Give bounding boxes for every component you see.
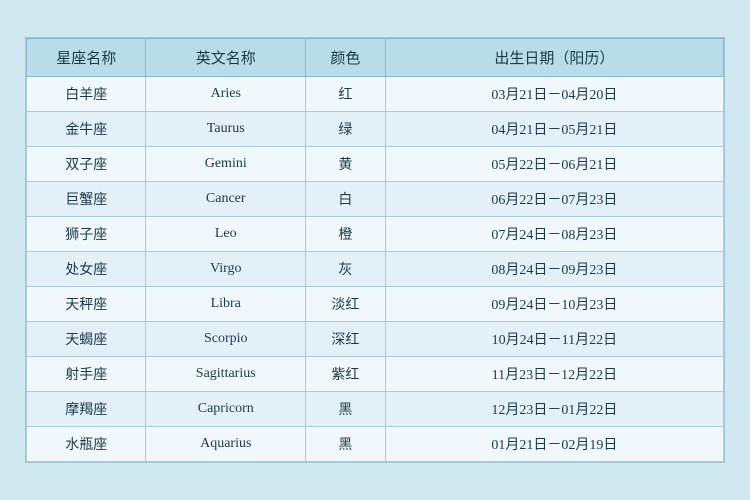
cell-color: 绿 <box>306 112 386 147</box>
table-row: 天蝎座Scorpio深红10月24日－11月22日 <box>27 322 724 357</box>
table-row: 天秤座Libra淡红09月24日－10月23日 <box>27 287 724 322</box>
cell-chinese: 狮子座 <box>27 217 146 252</box>
header-color: 颜色 <box>306 39 386 77</box>
header-chinese: 星座名称 <box>27 39 146 77</box>
cell-english: Libra <box>146 287 306 322</box>
cell-color: 深红 <box>306 322 386 357</box>
cell-color: 黄 <box>306 147 386 182</box>
cell-chinese: 摩羯座 <box>27 392 146 427</box>
zodiac-table-container: 星座名称 英文名称 颜色 出生日期（阳历） 白羊座Aries红03月21日－04… <box>25 37 725 463</box>
cell-chinese: 天蝎座 <box>27 322 146 357</box>
cell-color: 灰 <box>306 252 386 287</box>
table-row: 摩羯座Capricorn黑12月23日－01月22日 <box>27 392 724 427</box>
cell-chinese: 巨蟹座 <box>27 182 146 217</box>
table-row: 金牛座Taurus绿04月21日－05月21日 <box>27 112 724 147</box>
cell-chinese: 射手座 <box>27 357 146 392</box>
cell-color: 红 <box>306 77 386 112</box>
cell-date: 11月23日－12月22日 <box>385 357 723 392</box>
cell-english: Cancer <box>146 182 306 217</box>
cell-color: 淡红 <box>306 287 386 322</box>
table-row: 水瓶座Aquarius黑01月21日－02月19日 <box>27 427 724 462</box>
cell-color: 白 <box>306 182 386 217</box>
cell-english: Leo <box>146 217 306 252</box>
cell-date: 05月22日－06月21日 <box>385 147 723 182</box>
table-row: 巨蟹座Cancer白06月22日－07月23日 <box>27 182 724 217</box>
cell-date: 12月23日－01月22日 <box>385 392 723 427</box>
table-row: 狮子座Leo橙07月24日－08月23日 <box>27 217 724 252</box>
cell-english: Capricorn <box>146 392 306 427</box>
zodiac-table: 星座名称 英文名称 颜色 出生日期（阳历） 白羊座Aries红03月21日－04… <box>26 38 724 462</box>
cell-color: 紫红 <box>306 357 386 392</box>
cell-date: 04月21日－05月21日 <box>385 112 723 147</box>
cell-date: 03月21日－04月20日 <box>385 77 723 112</box>
cell-english: Taurus <box>146 112 306 147</box>
cell-date: 09月24日－10月23日 <box>385 287 723 322</box>
cell-chinese: 水瓶座 <box>27 427 146 462</box>
cell-english: Aries <box>146 77 306 112</box>
cell-color: 橙 <box>306 217 386 252</box>
cell-color: 黑 <box>306 427 386 462</box>
cell-chinese: 双子座 <box>27 147 146 182</box>
header-english: 英文名称 <box>146 39 306 77</box>
cell-chinese: 处女座 <box>27 252 146 287</box>
table-row: 射手座Sagittarius紫红11月23日－12月22日 <box>27 357 724 392</box>
cell-english: Virgo <box>146 252 306 287</box>
table-row: 处女座Virgo灰08月24日－09月23日 <box>27 252 724 287</box>
cell-color: 黑 <box>306 392 386 427</box>
cell-chinese: 金牛座 <box>27 112 146 147</box>
cell-date: 07月24日－08月23日 <box>385 217 723 252</box>
cell-english: Aquarius <box>146 427 306 462</box>
cell-date: 06月22日－07月23日 <box>385 182 723 217</box>
table-row: 双子座Gemini黄05月22日－06月21日 <box>27 147 724 182</box>
cell-chinese: 白羊座 <box>27 77 146 112</box>
header-date: 出生日期（阳历） <box>385 39 723 77</box>
table-header-row: 星座名称 英文名称 颜色 出生日期（阳历） <box>27 39 724 77</box>
cell-english: Scorpio <box>146 322 306 357</box>
cell-english: Sagittarius <box>146 357 306 392</box>
table-row: 白羊座Aries红03月21日－04月20日 <box>27 77 724 112</box>
cell-english: Gemini <box>146 147 306 182</box>
cell-date: 10月24日－11月22日 <box>385 322 723 357</box>
cell-chinese: 天秤座 <box>27 287 146 322</box>
cell-date: 01月21日－02月19日 <box>385 427 723 462</box>
cell-date: 08月24日－09月23日 <box>385 252 723 287</box>
